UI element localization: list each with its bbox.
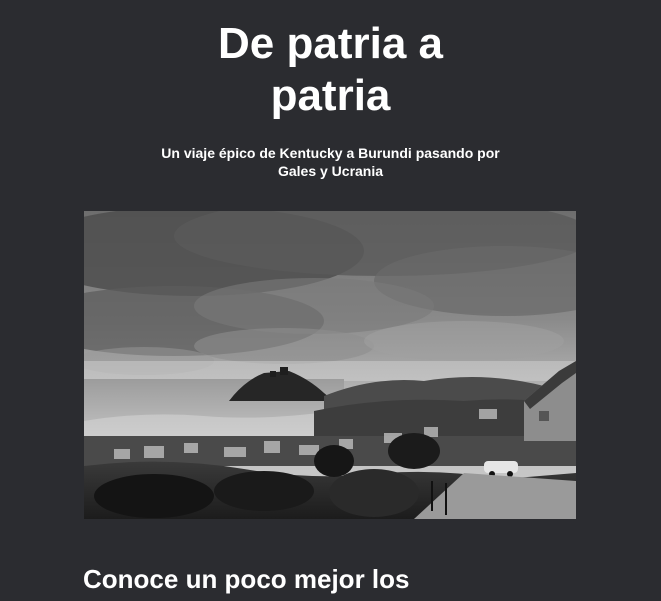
hero-photo — [84, 211, 576, 519]
article-title-line-1: De patria a — [218, 19, 443, 68]
article-title-line-2: patria — [270, 71, 391, 120]
article-subtitle: Un viaje épico de Kentucky a Burundi pas… — [161, 145, 500, 179]
article-title: De patria a patria — [0, 18, 661, 122]
section-heading: Conoce un poco mejor los — [83, 564, 410, 594]
coastal-town-image — [84, 211, 576, 519]
